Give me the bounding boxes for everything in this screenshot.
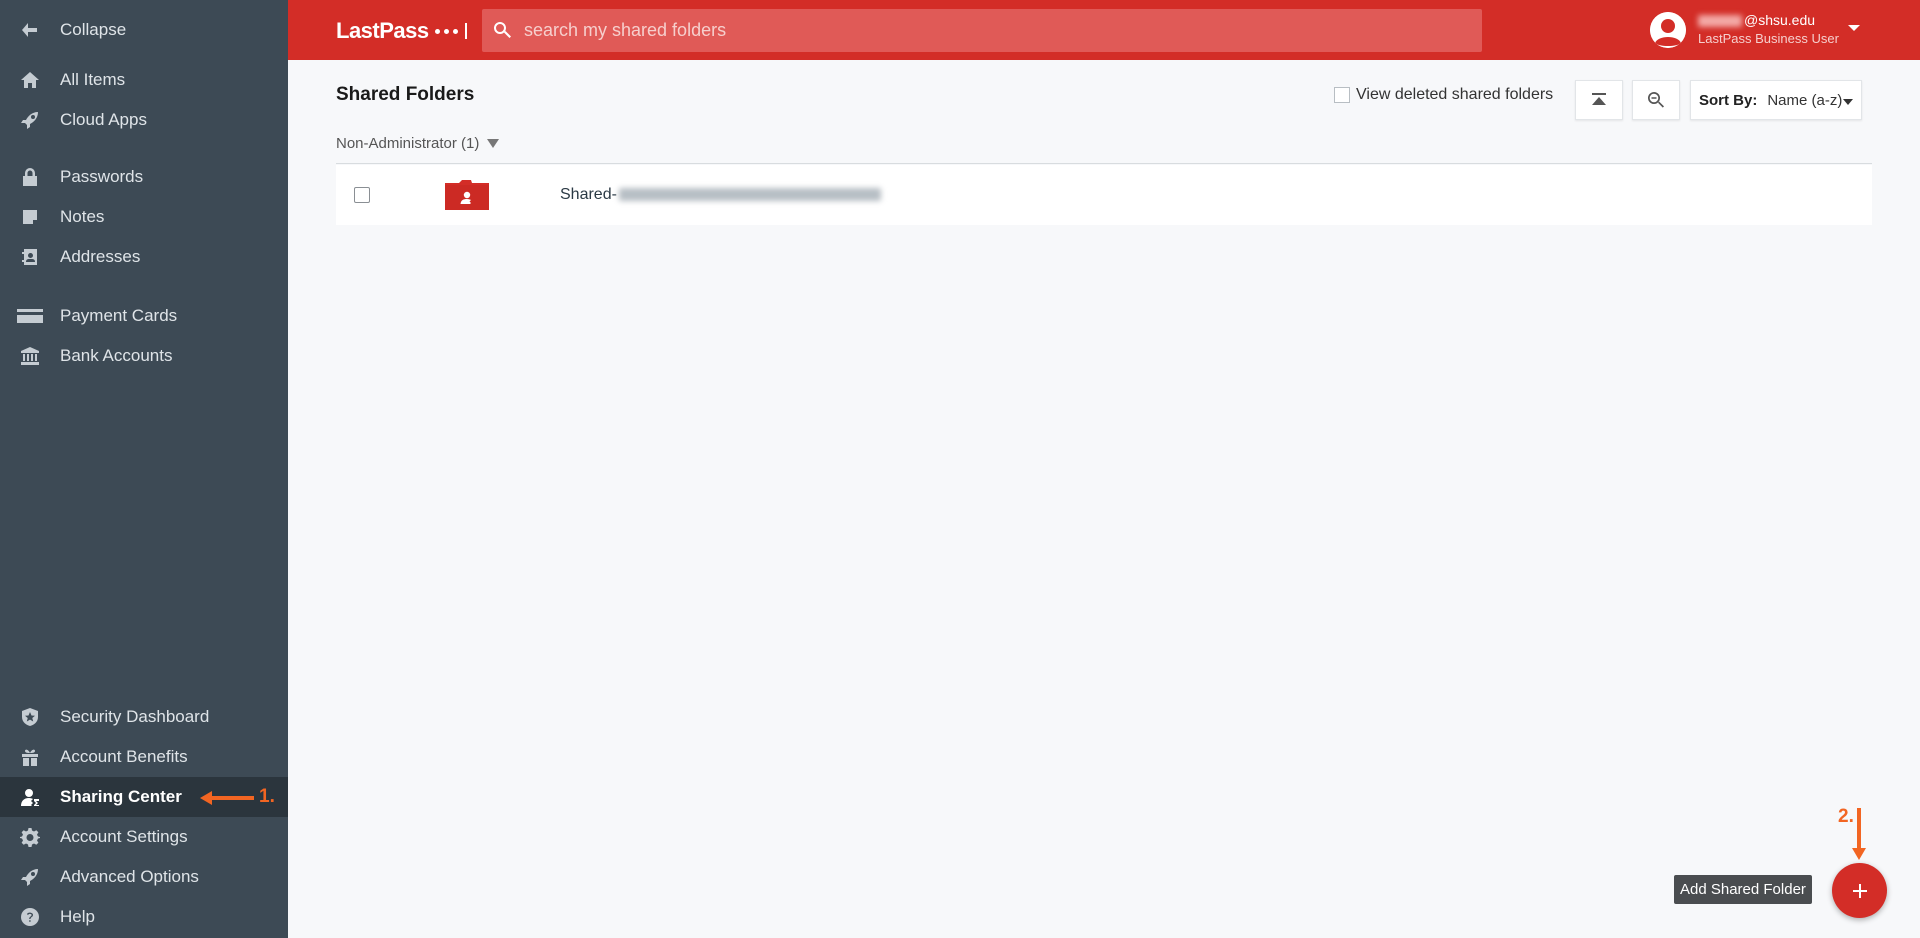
sidebar-item-label: Sharing Center [60, 787, 182, 806]
sidebar-item-label: Payment Cards [60, 306, 178, 325]
user-email: @shsu.edu [1698, 12, 1815, 28]
divider [336, 163, 1872, 164]
folder-name-prefix: Shared- [560, 186, 617, 203]
redacted-username [1698, 15, 1742, 28]
gift-icon [20, 747, 40, 767]
credit-card-icon [16, 306, 44, 326]
sidebar-item-label: Account Benefits [60, 747, 188, 766]
sidebar-item-help[interactable]: Help [0, 897, 288, 937]
address-book-icon [20, 247, 40, 267]
search-icon [492, 20, 512, 40]
logo-text: LastPass [336, 18, 429, 43]
avatar [1650, 12, 1686, 48]
user-role: LastPass Business User [1698, 31, 1839, 46]
sidebar-item-label: Account Settings [60, 827, 188, 846]
shield-star-icon [20, 707, 40, 727]
sidebar-item-cloud-apps[interactable]: Cloud Apps [0, 100, 288, 140]
triangle-down-icon [487, 139, 500, 148]
lock-icon [20, 167, 40, 187]
sort-value: Name (a-z) [1767, 91, 1843, 109]
logo-dots-icon [434, 23, 467, 39]
sort-label: Sort By: [1699, 91, 1758, 109]
redacted-folder-name [618, 188, 881, 202]
table-row[interactable]: Shared- [336, 165, 1872, 225]
sidebar-item-label: Bank Accounts [60, 346, 173, 365]
add-shared-folder-button[interactable] [1832, 863, 1887, 918]
bank-icon [20, 346, 40, 366]
folder-name: Shared- [560, 186, 881, 204]
sidebar-item-collapse[interactable]: Collapse [0, 10, 288, 50]
annotation-arrow-left [200, 791, 254, 805]
user-share-icon [20, 787, 40, 807]
annotation-step-1: 1. [259, 786, 275, 807]
checkbox-icon[interactable] [1334, 87, 1350, 103]
group-header-non-administrator[interactable]: Non-Administrator (1) [336, 135, 500, 152]
sidebar-item-addresses[interactable]: Addresses [0, 237, 288, 277]
sidebar-item-label: Help [60, 907, 95, 926]
sidebar-item-account-benefits[interactable]: Account Benefits [0, 737, 288, 777]
row-checkbox[interactable] [354, 187, 370, 203]
sidebar-item-bank-accounts[interactable]: Bank Accounts [0, 336, 288, 376]
chevron-down-icon [1843, 99, 1853, 105]
sidebar-item-advanced-options[interactable]: Advanced Options [0, 857, 288, 897]
collapse-top-icon [1592, 93, 1606, 105]
sidebar-item-label: Cloud Apps [60, 110, 147, 129]
sidebar-item-security-dashboard[interactable]: Security Dashboard [0, 697, 288, 737]
rocket-icon [20, 110, 40, 130]
home-icon [20, 70, 40, 90]
sidebar-item-label: Collapse [60, 20, 127, 39]
arrow-left-icon [20, 20, 40, 40]
top-bar: LastPass @shsu.edu LastPass Business Use… [288, 0, 1920, 60]
search-box[interactable] [482, 9, 1482, 52]
user-menu[interactable]: @shsu.edu LastPass Business User [1650, 8, 1870, 52]
annotation-arrow-down [1852, 808, 1866, 860]
sidebar-item-account-settings[interactable]: Account Settings [0, 817, 288, 857]
note-icon [20, 207, 40, 227]
group-label: Non-Administrator (1) [336, 135, 480, 152]
question-icon [20, 907, 40, 927]
sidebar-item-label: Passwords [60, 167, 144, 186]
sidebar-item-label: Advanced Options [60, 867, 199, 886]
zoom-out-button[interactable] [1632, 80, 1680, 120]
zoom-out-icon [1648, 92, 1664, 108]
view-deleted-checkbox[interactable]: View deleted shared folders [1334, 86, 1553, 104]
view-deleted-label: View deleted shared folders [1356, 86, 1554, 103]
shared-folder-icon [445, 180, 489, 210]
page-title: Shared Folders [336, 84, 475, 105]
rocket-icon [20, 867, 40, 887]
sidebar-item-notes[interactable]: Notes [0, 197, 288, 237]
chevron-down-icon[interactable] [1848, 25, 1860, 31]
collapse-all-button[interactable] [1575, 80, 1623, 120]
user-email-domain: @shsu.edu [1744, 12, 1816, 28]
sort-dropdown[interactable]: Sort By: Name (a-z) [1690, 80, 1862, 120]
plus-icon [1852, 883, 1867, 898]
lastpass-logo[interactable]: LastPass [336, 18, 467, 44]
sidebar-item-label: Security Dashboard [60, 707, 210, 726]
sidebar-item-all-items[interactable]: All Items [0, 60, 288, 100]
sidebar-item-label: Notes [60, 207, 105, 226]
sidebar-item-label: All Items [60, 70, 126, 89]
gear-icon [20, 827, 40, 847]
search-input[interactable] [524, 9, 1464, 52]
sidebar-item-payment-cards[interactable]: Payment Cards [0, 296, 288, 336]
sidebar-item-label: Addresses [60, 247, 141, 266]
user-avatar-icon [1650, 12, 1686, 48]
sidebar-item-passwords[interactable]: Passwords [0, 157, 288, 197]
add-shared-folder-tooltip: Add Shared Folder [1674, 875, 1812, 904]
